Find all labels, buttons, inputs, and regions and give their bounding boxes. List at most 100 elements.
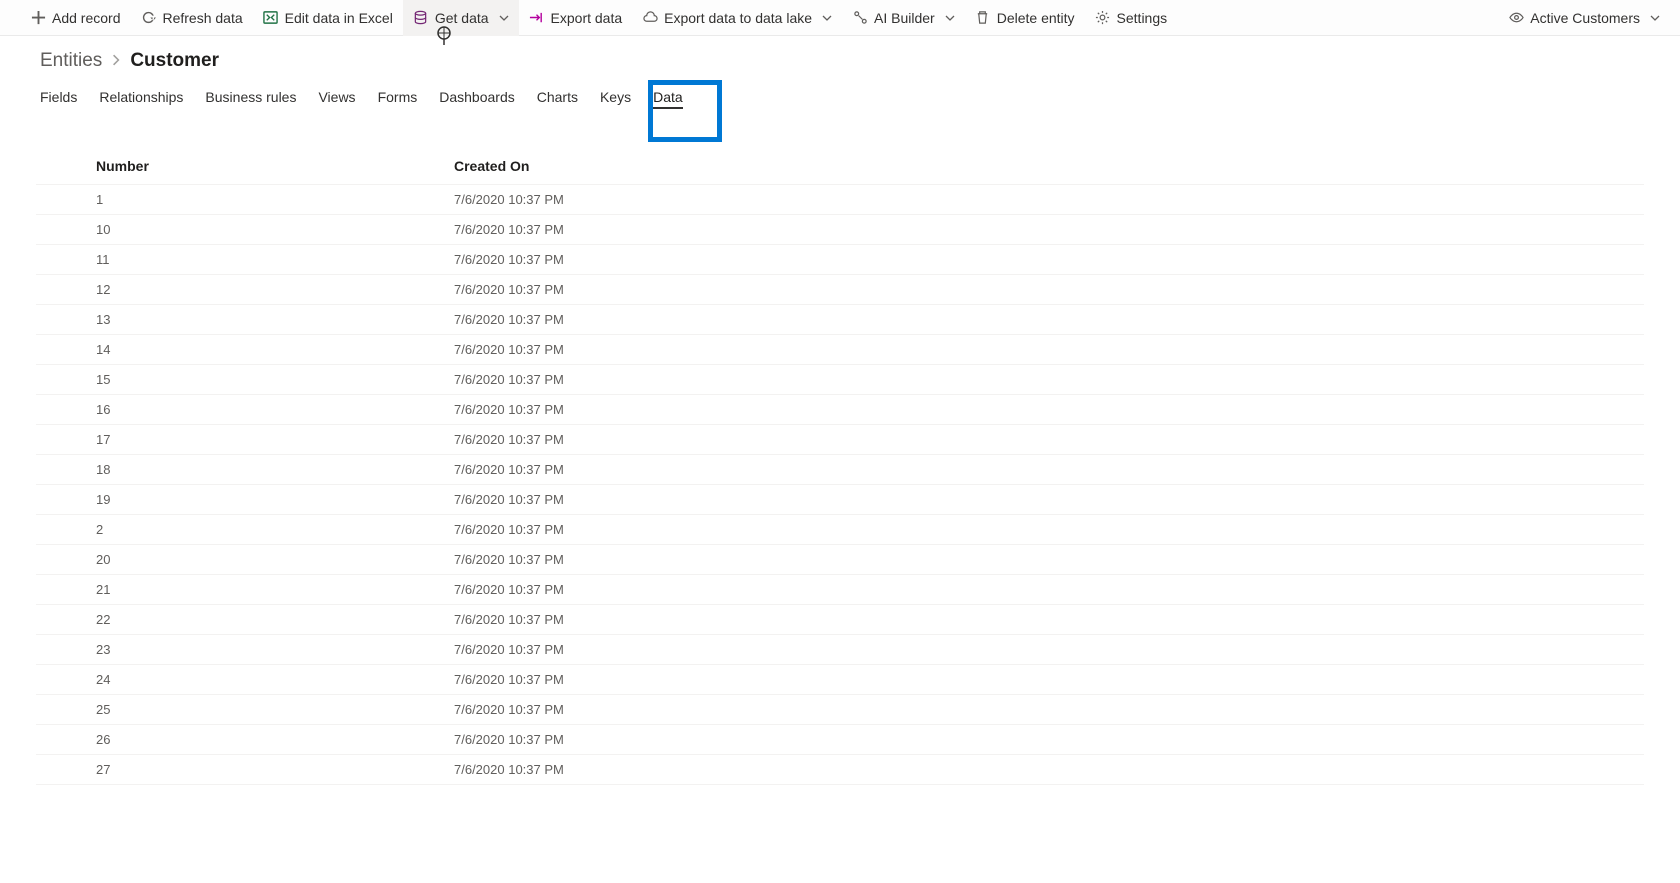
table-row[interactable]: 137/6/2020 10:37 PM — [36, 305, 1644, 335]
cell-number: 2 — [36, 515, 446, 545]
tab-views[interactable]: Views — [318, 83, 355, 115]
add-record-label: Add record — [52, 10, 120, 26]
cell-number: 13 — [36, 305, 446, 335]
breadcrumb-root[interactable]: Entities — [40, 50, 102, 72]
table-row[interactable]: 277/6/2020 10:37 PM — [36, 755, 1644, 785]
table-row[interactable]: 157/6/2020 10:37 PM — [36, 365, 1644, 395]
cell-number: 14 — [36, 335, 446, 365]
cell-number: 20 — [36, 545, 446, 575]
table-row[interactable]: 107/6/2020 10:37 PM — [36, 215, 1644, 245]
cell-created-on: 7/6/2020 10:37 PM — [446, 695, 1644, 725]
entity-tabs: Fields Relationships Business rules View… — [0, 76, 1680, 116]
cell-number: 18 — [36, 455, 446, 485]
tab-keys[interactable]: Keys — [600, 83, 631, 115]
refresh-data-button[interactable]: Refresh data — [130, 0, 252, 36]
table-row[interactable]: 257/6/2020 10:37 PM — [36, 695, 1644, 725]
cell-number: 16 — [36, 395, 446, 425]
cell-number: 22 — [36, 605, 446, 635]
eye-icon — [1508, 10, 1524, 26]
cell-created-on: 7/6/2020 10:37 PM — [446, 725, 1644, 755]
cell-created-on: 7/6/2020 10:37 PM — [446, 605, 1644, 635]
cell-number: 21 — [36, 575, 446, 605]
ai-builder-label: AI Builder — [874, 10, 935, 26]
cell-number: 10 — [36, 215, 446, 245]
tab-forms[interactable]: Forms — [378, 83, 418, 115]
add-record-button[interactable]: Add record — [20, 0, 130, 36]
gear-icon — [1095, 10, 1111, 26]
refresh-data-label: Refresh data — [162, 10, 242, 26]
table-row[interactable]: 127/6/2020 10:37 PM — [36, 275, 1644, 305]
trash-icon — [975, 10, 991, 26]
cell-created-on: 7/6/2020 10:37 PM — [446, 275, 1644, 305]
data-lake-icon — [642, 10, 658, 26]
get-data-label: Get data — [435, 10, 489, 26]
table-row[interactable]: 197/6/2020 10:37 PM — [36, 485, 1644, 515]
tab-business-rules[interactable]: Business rules — [205, 83, 296, 115]
cell-created-on: 7/6/2020 10:37 PM — [446, 305, 1644, 335]
cell-created-on: 7/6/2020 10:37 PM — [446, 545, 1644, 575]
delete-entity-label: Delete entity — [997, 10, 1075, 26]
table-row[interactable]: 17/6/2020 10:37 PM — [36, 185, 1644, 215]
breadcrumb: Entities Customer — [0, 36, 1680, 76]
table-row[interactable]: 247/6/2020 10:37 PM — [36, 665, 1644, 695]
database-icon — [413, 10, 429, 26]
chevron-down-icon — [945, 13, 955, 23]
column-header-created-on[interactable]: Created On — [446, 148, 1644, 185]
ai-builder-button[interactable]: AI Builder — [842, 0, 965, 36]
command-bar: Add record Refresh data Edit data in Exc… — [0, 0, 1680, 36]
table-row[interactable]: 267/6/2020 10:37 PM — [36, 725, 1644, 755]
cell-created-on: 7/6/2020 10:37 PM — [446, 485, 1644, 515]
get-data-button[interactable]: Get data — [403, 0, 519, 36]
table-row[interactable]: 217/6/2020 10:37 PM — [36, 575, 1644, 605]
active-customers-view[interactable]: Active Customers — [1498, 0, 1670, 36]
cell-created-on: 7/6/2020 10:37 PM — [446, 455, 1644, 485]
export-data-lake-label: Export data to data lake — [664, 10, 812, 26]
cell-created-on: 7/6/2020 10:37 PM — [446, 335, 1644, 365]
export-data-button[interactable]: Export data — [519, 0, 633, 36]
refresh-icon — [140, 10, 156, 26]
table-row[interactable]: 187/6/2020 10:37 PM — [36, 455, 1644, 485]
cell-number: 11 — [36, 245, 446, 275]
table-row[interactable]: 27/6/2020 10:37 PM — [36, 515, 1644, 545]
cell-created-on: 7/6/2020 10:37 PM — [446, 395, 1644, 425]
tab-relationships[interactable]: Relationships — [99, 83, 183, 115]
table-row[interactable]: 147/6/2020 10:37 PM — [36, 335, 1644, 365]
cell-number: 1 — [36, 185, 446, 215]
export-data-label: Export data — [551, 10, 623, 26]
tab-fields[interactable]: Fields — [40, 83, 77, 115]
table-row[interactable]: 227/6/2020 10:37 PM — [36, 605, 1644, 635]
cell-number: 17 — [36, 425, 446, 455]
cell-created-on: 7/6/2020 10:37 PM — [446, 425, 1644, 455]
edit-in-excel-label: Edit data in Excel — [285, 10, 393, 26]
cell-created-on: 7/6/2020 10:37 PM — [446, 575, 1644, 605]
table-row[interactable]: 207/6/2020 10:37 PM — [36, 545, 1644, 575]
tab-dashboards[interactable]: Dashboards — [439, 83, 515, 115]
cell-created-on: 7/6/2020 10:37 PM — [446, 245, 1644, 275]
cell-created-on: 7/6/2020 10:37 PM — [446, 755, 1644, 785]
chevron-down-icon — [822, 13, 832, 23]
cell-number: 15 — [36, 365, 446, 395]
delete-entity-button[interactable]: Delete entity — [965, 0, 1085, 36]
plus-icon — [30, 10, 46, 26]
export-data-lake-button[interactable]: Export data to data lake — [632, 0, 842, 36]
cell-created-on: 7/6/2020 10:37 PM — [446, 635, 1644, 665]
excel-icon — [263, 10, 279, 26]
cell-created-on: 7/6/2020 10:37 PM — [446, 215, 1644, 245]
tab-data[interactable]: Data — [653, 83, 683, 115]
column-header-number[interactable]: Number — [36, 148, 446, 185]
table-row[interactable]: 167/6/2020 10:37 PM — [36, 395, 1644, 425]
tab-charts[interactable]: Charts — [537, 83, 578, 115]
active-customers-label: Active Customers — [1530, 10, 1640, 26]
breadcrumb-current: Customer — [130, 50, 219, 72]
settings-button[interactable]: Settings — [1085, 0, 1178, 36]
chevron-down-icon — [1650, 13, 1660, 23]
table-row[interactable]: 177/6/2020 10:37 PM — [36, 425, 1644, 455]
table-row[interactable]: 117/6/2020 10:37 PM — [36, 245, 1644, 275]
cell-created-on: 7/6/2020 10:37 PM — [446, 515, 1644, 545]
cell-number: 27 — [36, 755, 446, 785]
cell-number: 19 — [36, 485, 446, 515]
edit-in-excel-button[interactable]: Edit data in Excel — [253, 0, 403, 36]
data-grid-scroll[interactable]: Number Created On 17/6/2020 10:37 PM107/… — [36, 148, 1644, 863]
table-row[interactable]: 237/6/2020 10:37 PM — [36, 635, 1644, 665]
cell-number: 12 — [36, 275, 446, 305]
